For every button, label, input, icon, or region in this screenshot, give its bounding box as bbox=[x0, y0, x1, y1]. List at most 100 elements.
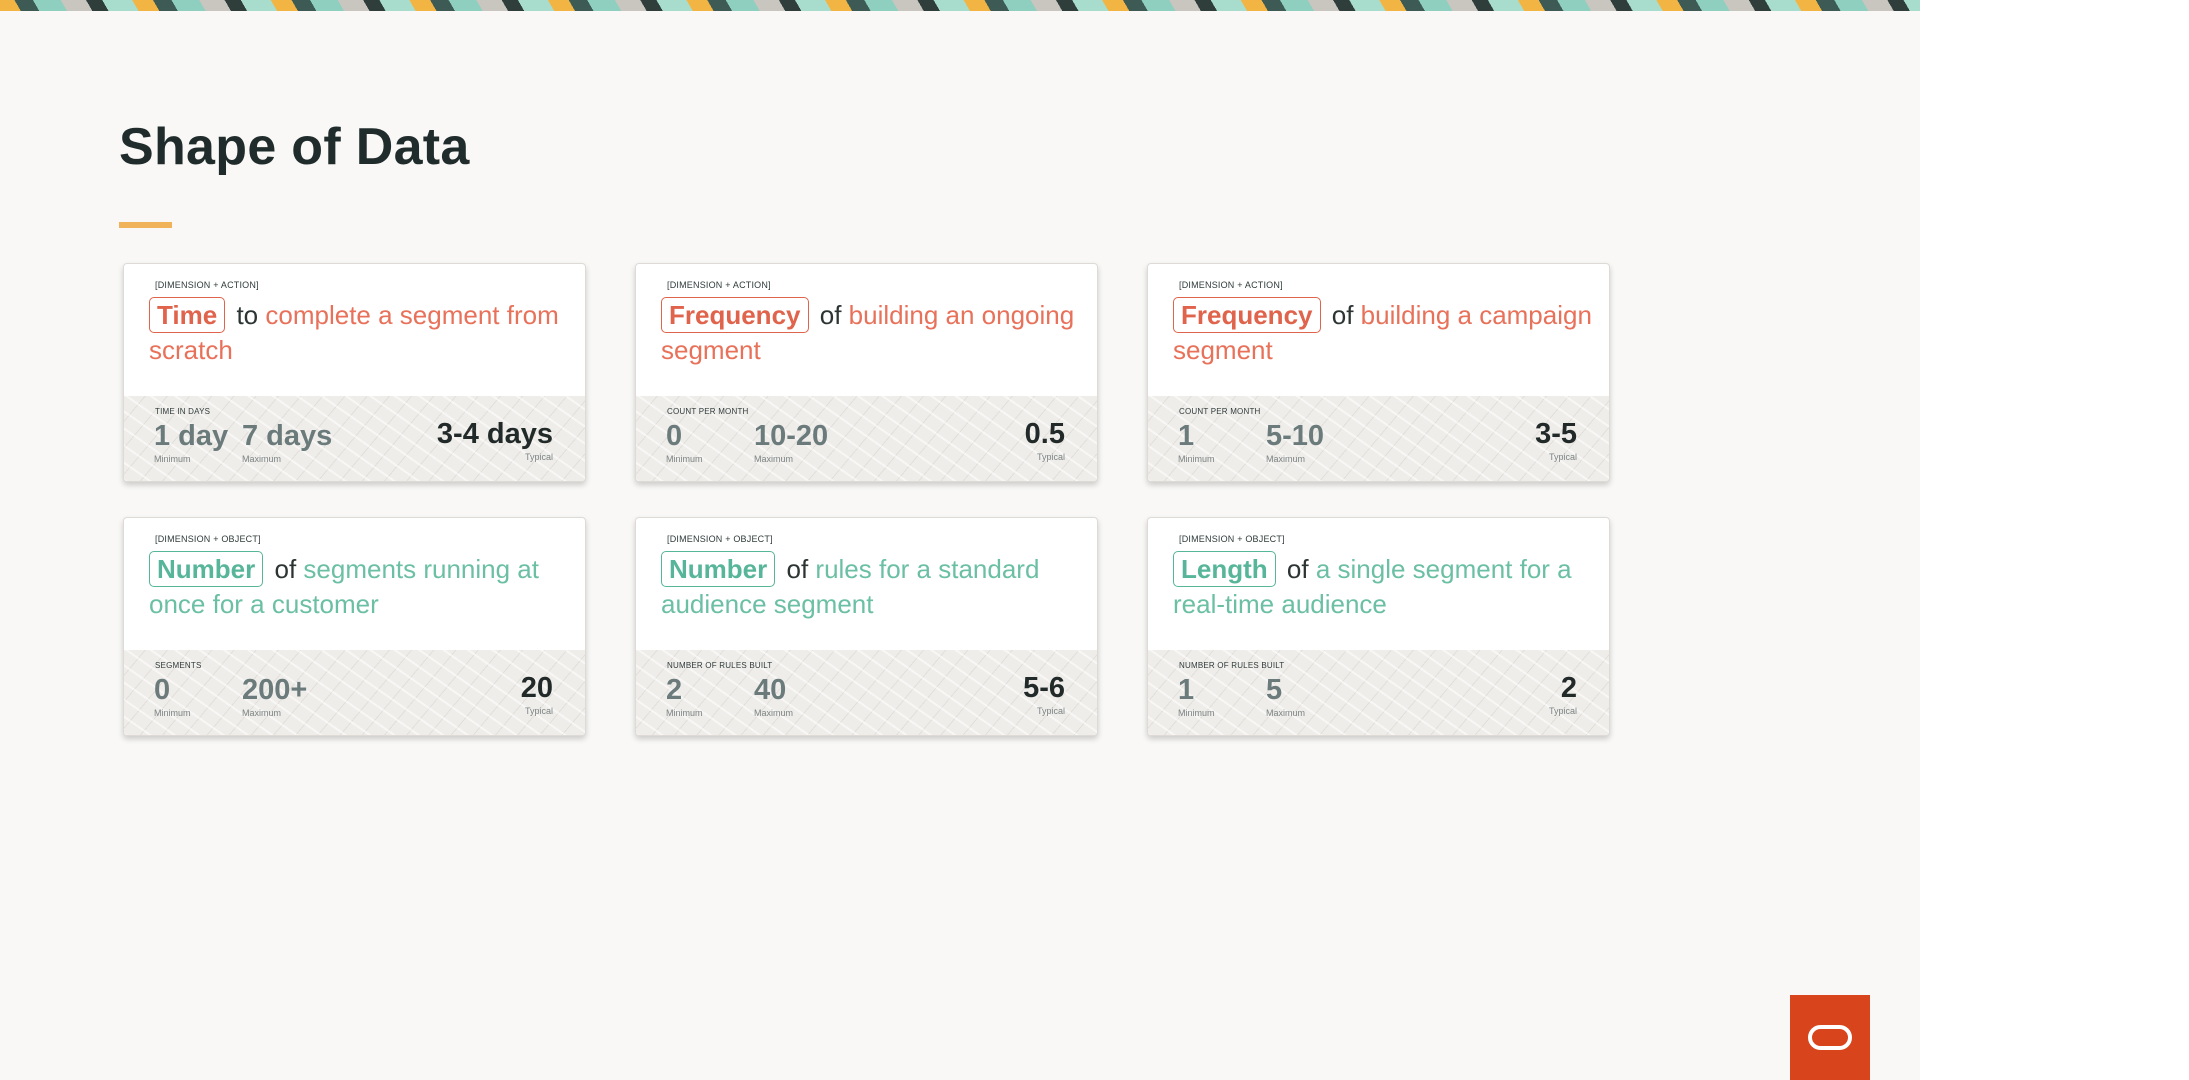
stat-caption: Maximum bbox=[242, 708, 282, 718]
stat-caption: Typical bbox=[1548, 452, 1577, 462]
data-card: [DIMENSION + OBJECT] Number of segments … bbox=[123, 517, 586, 736]
page-title: Shape of Data bbox=[119, 118, 470, 176]
stat-value: 20 bbox=[520, 672, 553, 704]
stat-value: 5-6 bbox=[1023, 672, 1065, 704]
keyword-pill: Number bbox=[149, 551, 264, 587]
stat-typical: 3-5 Typical bbox=[1535, 418, 1577, 462]
data-card: [DIMENSION + OBJECT] Length of a single … bbox=[1147, 517, 1610, 736]
stat-caption: Minimum bbox=[154, 708, 191, 718]
stat-caption: Maximum bbox=[242, 454, 282, 464]
card-stats: SEGMENTS 0 Minimum 200+ Maximum 20 Typic… bbox=[124, 650, 585, 735]
stat-value: 1 bbox=[1178, 674, 1195, 706]
decorative-top-band bbox=[0, 0, 1920, 11]
connector-word: of bbox=[819, 300, 842, 330]
stat-value: 3-5 bbox=[1535, 418, 1577, 450]
stat-minimum: 0 Minimum bbox=[666, 420, 703, 464]
stat-value: 5-10 bbox=[1266, 420, 1325, 452]
stat-caption: Maximum bbox=[754, 708, 794, 718]
stat-maximum: 40 Maximum bbox=[754, 674, 793, 718]
stat-caption: Maximum bbox=[754, 454, 794, 464]
stat-maximum: 5-10 Maximum bbox=[1266, 420, 1324, 464]
stat-typical: 20 Typical bbox=[521, 672, 553, 716]
card-kind-label: [DIMENSION + ACTION] bbox=[155, 280, 259, 290]
stat-value: 0 bbox=[154, 674, 171, 706]
card-headline: Time to complete a segment from scratch bbox=[149, 297, 569, 367]
stat-minimum: 1 day Minimum bbox=[154, 420, 228, 464]
card-headline: Length of a single segment for a real-ti… bbox=[1173, 551, 1593, 621]
card-kind-label: [DIMENSION + ACTION] bbox=[1179, 280, 1283, 290]
card-kind-label: [DIMENSION + ACTION] bbox=[667, 280, 771, 290]
stat-caption: Typical bbox=[1548, 706, 1577, 716]
card-stats: NUMBER OF RULES BUILT 2 Minimum 40 Maxim… bbox=[636, 650, 1097, 735]
data-card: [DIMENSION + ACTION] Time to complete a … bbox=[123, 263, 586, 482]
connector-word: of bbox=[1331, 300, 1354, 330]
metric-label: TIME IN DAYS bbox=[155, 407, 211, 416]
slide: Shape of Data [DIMENSION + ACTION] Time … bbox=[0, 0, 1920, 1080]
stat-value: 2 bbox=[666, 674, 683, 706]
stat-caption: Typical bbox=[524, 452, 553, 462]
card-kind-label: [DIMENSION + OBJECT] bbox=[667, 534, 773, 544]
data-card: [DIMENSION + ACTION] Frequency of buildi… bbox=[1147, 263, 1610, 482]
stat-caption: Minimum bbox=[666, 454, 703, 464]
stat-minimum: 2 Minimum bbox=[666, 674, 703, 718]
logo-ring bbox=[1808, 1025, 1852, 1050]
stat-typical: 3-4 days Typical bbox=[437, 418, 553, 462]
keyword-pill: Time bbox=[149, 297, 226, 333]
stat-caption: Minimum bbox=[1178, 454, 1215, 464]
card-stats: COUNT PER MONTH 1 Minimum 5-10 Maximum 3… bbox=[1148, 396, 1609, 481]
connector-word: to bbox=[236, 300, 259, 330]
stat-value: 7 days bbox=[242, 420, 333, 452]
metric-label: SEGMENTS bbox=[155, 661, 202, 670]
stat-typical: 5-6 Typical bbox=[1023, 672, 1065, 716]
stat-value: 1 bbox=[1178, 420, 1195, 452]
stat-caption: Minimum bbox=[1178, 708, 1215, 718]
stat-caption: Maximum bbox=[1266, 708, 1306, 718]
stat-value: 1 day bbox=[154, 420, 229, 452]
metric-label: NUMBER OF RULES BUILT bbox=[1179, 661, 1285, 670]
card-headline: Number of rules for a standard audience … bbox=[661, 551, 1081, 621]
card-stats: NUMBER OF RULES BUILT 1 Minimum 5 Maximu… bbox=[1148, 650, 1609, 735]
keyword-pill: Number bbox=[661, 551, 776, 587]
keyword-pill: Length bbox=[1173, 551, 1276, 587]
card-headline: Number of segments running at once for a… bbox=[149, 551, 569, 621]
stat-caption: Minimum bbox=[666, 708, 703, 718]
stat-value: 0.5 bbox=[1024, 418, 1065, 450]
stat-value: 10-20 bbox=[754, 420, 829, 452]
card-stats: TIME IN DAYS 1 day Minimum 7 days Maximu… bbox=[124, 396, 585, 481]
card-kind-label: [DIMENSION + OBJECT] bbox=[155, 534, 261, 544]
stat-minimum: 1 Minimum bbox=[1178, 420, 1215, 464]
stat-maximum: 10-20 Maximum bbox=[754, 420, 828, 464]
stat-maximum: 7 days Maximum bbox=[242, 420, 332, 464]
stat-minimum: 1 Minimum bbox=[1178, 674, 1215, 718]
stat-caption: Maximum bbox=[1266, 454, 1306, 464]
card-headline: Frequency of building an ongoing segment bbox=[661, 297, 1081, 367]
stat-value: 0 bbox=[666, 420, 683, 452]
stat-value: 3-4 days bbox=[436, 418, 553, 450]
stat-minimum: 0 Minimum bbox=[154, 674, 191, 718]
stat-maximum: 200+ Maximum bbox=[242, 674, 307, 718]
card-headline: Frequency of building a campaign segment bbox=[1173, 297, 1593, 367]
connector-word: of bbox=[786, 554, 809, 584]
stat-maximum: 5 Maximum bbox=[1266, 674, 1305, 718]
data-card: [DIMENSION + ACTION] Frequency of buildi… bbox=[635, 263, 1098, 482]
stat-caption: Typical bbox=[524, 706, 553, 716]
keyword-pill: Frequency bbox=[1173, 297, 1321, 333]
connector-word: of bbox=[274, 554, 297, 584]
card-kind-label: [DIMENSION + OBJECT] bbox=[1179, 534, 1285, 544]
stat-value: 2 bbox=[1560, 672, 1577, 704]
title-accent-rule bbox=[119, 222, 172, 228]
metric-label: NUMBER OF RULES BUILT bbox=[667, 661, 773, 670]
metric-label: COUNT PER MONTH bbox=[667, 407, 749, 416]
stat-typical: 2 Typical bbox=[1549, 672, 1577, 716]
stat-typical: 0.5 Typical bbox=[1025, 418, 1065, 462]
stat-caption: Typical bbox=[1036, 706, 1065, 716]
keyword-pill: Frequency bbox=[661, 297, 809, 333]
oracle-logo-icon bbox=[1790, 995, 1870, 1080]
connector-word: of bbox=[1286, 554, 1309, 584]
stat-caption: Typical bbox=[1036, 452, 1065, 462]
stat-caption: Minimum bbox=[154, 454, 191, 464]
stat-value: 40 bbox=[754, 674, 787, 706]
stat-value: 200+ bbox=[242, 674, 308, 706]
metric-label: COUNT PER MONTH bbox=[1179, 407, 1261, 416]
data-card: [DIMENSION + OBJECT] Number of rules for… bbox=[635, 517, 1098, 736]
